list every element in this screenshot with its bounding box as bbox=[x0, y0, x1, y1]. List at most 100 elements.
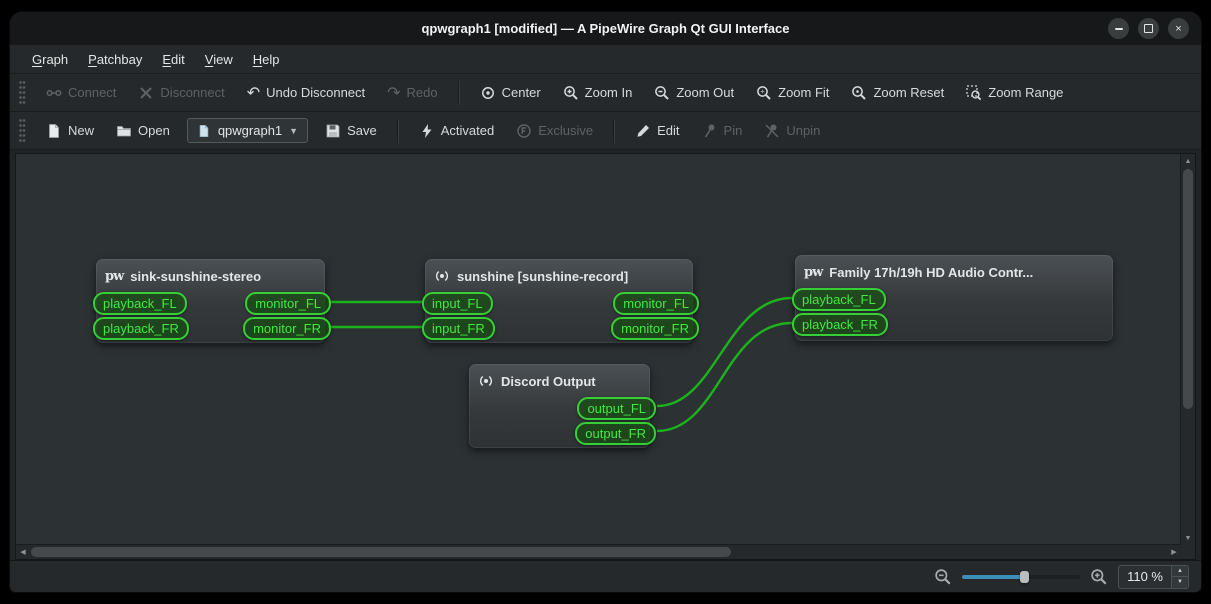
minimize-button[interactable] bbox=[1108, 18, 1129, 39]
titlebar: qpwgraph1 [modified] — A PipeWire Graph … bbox=[10, 12, 1201, 45]
port-monitor-fl[interactable]: monitor_FL bbox=[613, 292, 699, 315]
new-button[interactable]: New bbox=[37, 118, 103, 144]
zoom-slider[interactable] bbox=[962, 569, 1081, 585]
port-playback-fl[interactable]: playback_FL bbox=[792, 288, 886, 311]
port-monitor-fr[interactable]: monitor_FR bbox=[611, 317, 699, 340]
scroll-up-icon[interactable]: ▲ bbox=[1181, 154, 1195, 168]
pencil-icon bbox=[637, 124, 650, 137]
node-title: sunshine [sunshine-record] bbox=[457, 268, 629, 284]
port-output-fr[interactable]: output_FR bbox=[575, 422, 656, 445]
zoom-range-button[interactable]: Zoom Range bbox=[957, 80, 1072, 106]
open-folder-icon bbox=[117, 125, 131, 136]
pin-button[interactable]: Pin bbox=[693, 118, 752, 144]
menu-patchbay[interactable]: Patchbay bbox=[78, 48, 152, 71]
patchbay-selector-value: qpwgraph1 bbox=[217, 123, 283, 138]
zoom-slider-thumb[interactable] bbox=[1020, 570, 1030, 583]
pipewire-icon: pw bbox=[105, 268, 124, 284]
maximize-button[interactable] bbox=[1138, 18, 1159, 39]
stream-record-icon bbox=[479, 376, 493, 386]
menu-graph[interactable]: Graph bbox=[22, 48, 78, 71]
node-header: pw sink-sunshine-stereo bbox=[96, 259, 325, 291]
pin-icon bbox=[704, 124, 715, 137]
redo-icon: ↷ bbox=[387, 82, 401, 102]
zoom-out-button[interactable]: Zoom Out bbox=[645, 80, 743, 106]
scroll-right-icon[interactable]: ▶ bbox=[1167, 545, 1181, 559]
horizontal-scrollbar-thumb[interactable] bbox=[31, 547, 731, 557]
port-playback-fl[interactable]: playback_FL bbox=[93, 292, 187, 315]
save-icon bbox=[326, 124, 340, 137]
zoom-in-button[interactable]: Zoom In bbox=[554, 80, 642, 106]
menu-help[interactable]: Help bbox=[243, 48, 290, 71]
maximize-icon bbox=[1144, 24, 1153, 33]
exclusive-toggle[interactable]: Exclusive bbox=[507, 118, 602, 144]
window-title: qpwgraph1 [modified] — A PipeWire Graph … bbox=[421, 21, 790, 36]
center-button[interactable]: Center bbox=[471, 80, 550, 106]
spin-up-icon[interactable]: ▲ bbox=[1172, 565, 1188, 577]
vertical-scrollbar-thumb[interactable] bbox=[1183, 169, 1193, 409]
save-button[interactable]: Save bbox=[316, 118, 386, 144]
node-sink-sunshine-stereo[interactable]: pw sink-sunshine-stereo playback_FL moni… bbox=[93, 259, 331, 343]
port-input-fl[interactable]: input_FL bbox=[422, 292, 493, 315]
zoom-fit-icon bbox=[757, 85, 771, 100]
lightning-bolt-icon bbox=[422, 123, 432, 138]
graph-toolbar: Connect Disconnect ↶ Undo Disconnect ↷ R… bbox=[10, 74, 1201, 112]
new-file-icon bbox=[49, 123, 59, 138]
node-sunshine-record[interactable]: sunshine [sunshine-record] input_FL moni… bbox=[422, 259, 699, 343]
port-playback-fr[interactable]: playback_FR bbox=[93, 317, 189, 340]
zoom-in-icon bbox=[563, 85, 578, 100]
node-family-hd-audio-controller[interactable]: pw Family 17h/19h HD Audio Contr... play… bbox=[792, 255, 1113, 341]
zoom-out-status-icon[interactable] bbox=[934, 568, 952, 586]
node-header: Discord Output bbox=[469, 364, 650, 396]
close-button[interactable]: × bbox=[1168, 18, 1189, 39]
port-playback-fr[interactable]: playback_FR bbox=[792, 313, 888, 336]
toolbar-separator bbox=[396, 118, 399, 143]
activated-toggle[interactable]: Activated bbox=[410, 118, 503, 144]
zoom-range-icon bbox=[966, 84, 982, 100]
undo-disconnect-button[interactable]: ↶ Undo Disconnect bbox=[238, 80, 374, 105]
spin-down-icon[interactable]: ▼ bbox=[1172, 577, 1188, 588]
scroll-down-icon[interactable]: ▼ bbox=[1181, 531, 1195, 545]
exclusive-icon bbox=[517, 123, 531, 138]
zoom-reset-button[interactable]: Zoom Reset bbox=[842, 80, 953, 106]
center-icon bbox=[481, 86, 494, 99]
scrollbar-corner bbox=[1181, 545, 1195, 559]
connect-button[interactable]: Connect bbox=[37, 80, 125, 106]
node-title: sink-sunshine-stereo bbox=[130, 268, 262, 284]
patchbay-file-icon bbox=[199, 124, 209, 137]
scroll-left-icon[interactable]: ◀ bbox=[16, 545, 30, 559]
node-header: sunshine [sunshine-record] bbox=[425, 259, 693, 291]
connect-icon bbox=[46, 89, 62, 96]
disconnect-icon bbox=[140, 86, 153, 99]
patchbay-toolbar: New Open qpwgraph1 ▼ Save Activated Excl… bbox=[10, 112, 1201, 150]
zoom-in-status-icon[interactable] bbox=[1090, 568, 1108, 586]
app-window: qpwgraph1 [modified] — A PipeWire Graph … bbox=[10, 12, 1201, 592]
menu-view[interactable]: View bbox=[195, 48, 243, 71]
horizontal-scrollbar[interactable]: ◀ ▶ bbox=[16, 544, 1181, 559]
node-title: Discord Output bbox=[501, 373, 596, 389]
unpin-icon bbox=[765, 124, 779, 137]
disconnect-button[interactable]: Disconnect bbox=[129, 80, 233, 106]
node-title: Family 17h/19h HD Audio Contr... bbox=[829, 264, 1034, 280]
port-monitor-fl[interactable]: monitor_FL bbox=[245, 292, 331, 315]
graph-canvas-area: pw sink-sunshine-stereo playback_FL moni… bbox=[15, 153, 1196, 560]
minimize-icon bbox=[1114, 27, 1123, 30]
port-input-fr[interactable]: input_FR bbox=[422, 317, 495, 340]
patchbay-selector-combo[interactable]: qpwgraph1 ▼ bbox=[186, 118, 309, 143]
zoom-fit-button[interactable]: Zoom Fit bbox=[747, 80, 838, 106]
unpin-button[interactable]: Unpin bbox=[755, 118, 829, 144]
open-button[interactable]: Open bbox=[107, 118, 179, 144]
edit-button[interactable]: Edit bbox=[626, 118, 688, 144]
node-discord-output[interactable]: Discord Output output_FL output_FR bbox=[469, 364, 656, 448]
graph-canvas[interactable]: pw sink-sunshine-stereo playback_FL moni… bbox=[16, 154, 1181, 545]
redo-button[interactable]: ↷ Redo bbox=[378, 80, 446, 105]
port-output-fl[interactable]: output_FL bbox=[577, 397, 656, 420]
zoom-spinbox[interactable]: 110 % ▲ ▼ bbox=[1118, 564, 1189, 589]
toolbar-grip-handle[interactable] bbox=[19, 118, 26, 143]
port-monitor-fr[interactable]: monitor_FR bbox=[243, 317, 331, 340]
close-icon: × bbox=[1175, 22, 1182, 35]
menubar: Graph Patchbay Edit View Help bbox=[10, 45, 1201, 74]
vertical-scrollbar[interactable]: ▲ ▼ bbox=[1180, 154, 1195, 545]
zoom-out-icon bbox=[655, 85, 670, 100]
toolbar-grip-handle[interactable] bbox=[19, 80, 26, 105]
menu-edit[interactable]: Edit bbox=[152, 48, 194, 71]
